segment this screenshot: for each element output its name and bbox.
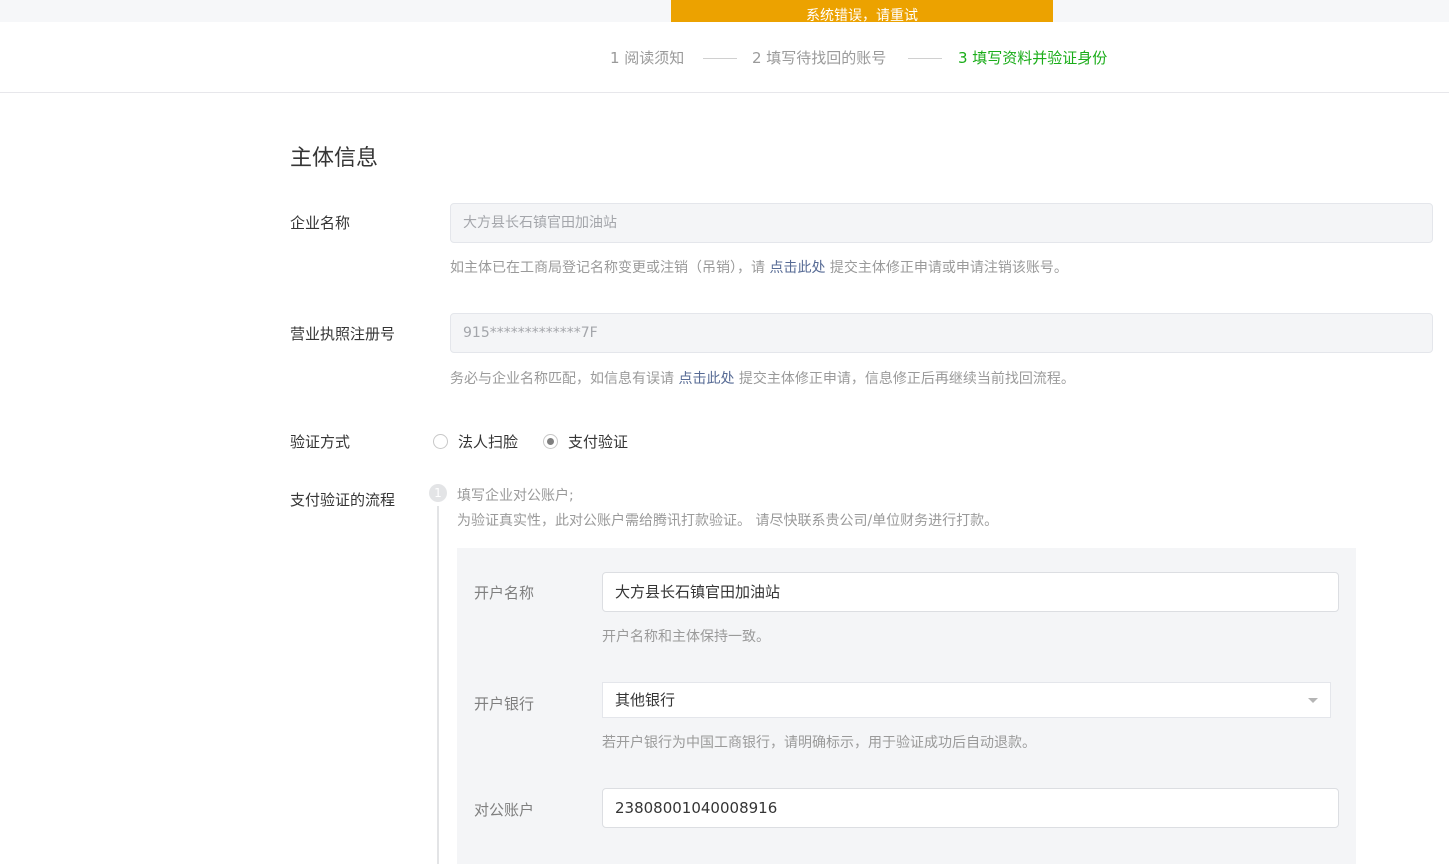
account-number-label: 对公账户 <box>474 801 535 819</box>
bank-select[interactable]: 其他银行 <box>602 682 1331 718</box>
bank-label: 开户银行 <box>474 695 535 713</box>
chevron-down-icon <box>1308 698 1318 703</box>
step-divider <box>703 58 737 59</box>
account-name-tip: 开户名称和主体保持一致。 <box>602 629 770 645</box>
radio-checked-icon <box>543 433 558 449</box>
flow-label: 支付验证的流程 <box>290 491 396 509</box>
license-fix-link[interactable]: 点击此处 <box>678 371 734 387</box>
tip-text: 务必与企业名称匹配，如信息有误请 <box>450 371 674 387</box>
account-number-input[interactable]: 23808001040008916 <box>602 788 1339 828</box>
flow-line <box>437 506 439 864</box>
company-name-field: 大方县长石镇官田加油站 <box>450 203 1433 243</box>
company-fix-link[interactable]: 点击此处 <box>769 260 825 276</box>
radio-payment-verify[interactable]: 支付验证 <box>543 432 629 451</box>
license-number-tip: 务必与企业名称匹配，如信息有误请 点击此处 提交主体修正申请，信息修正后再继续当… <box>450 368 1075 388</box>
flow-step-title: 填写企业对公账户; <box>457 488 574 504</box>
bank-tip: 若开户银行为中国工商银行，请明确标示，用于验证成功后自动退款。 <box>602 735 1036 751</box>
step-fill-account: 2 填写待找回的账号 <box>752 49 887 67</box>
step-divider <box>908 58 942 59</box>
radio-label: 支付验证 <box>568 432 629 451</box>
step-verify-identity: 3 填写资料并验证身份 <box>958 49 1108 67</box>
steps-bar: 1 阅读须知 2 填写待找回的账号 3 填写资料并验证身份 <box>0 22 1449 93</box>
tip-text: 提交主体修正申请，信息修正后再继续当前找回流程。 <box>738 371 1075 387</box>
bank-select-value: 其他银行 <box>615 691 676 709</box>
flow-step-desc: 为验证真实性，此对公账户需给腾讯打款验证。 请尽快联系贵公司/单位财务进行打款。 <box>457 513 999 529</box>
company-name-tip: 如主体已在工商局登记名称变更或注销（吊销），请 点击此处 提交主体修正申请或申请… <box>450 257 1068 277</box>
account-name-input[interactable]: 大方县长石镇官田加油站 <box>602 572 1339 612</box>
company-name-label: 企业名称 <box>290 214 351 232</box>
radio-circle-icon <box>433 433 448 449</box>
tip-text: 提交主体修正申请或申请注销该账号。 <box>829 260 1068 276</box>
license-number-label: 营业执照注册号 <box>290 325 396 343</box>
section-title: 主体信息 <box>290 146 379 171</box>
account-name-label: 开户名称 <box>474 584 535 602</box>
license-number-field: 915*************7F <box>450 313 1433 353</box>
verify-method-label: 验证方式 <box>290 433 351 451</box>
step-number-badge: 1 <box>429 484 447 502</box>
radio-face-scan[interactable]: 法人扫脸 <box>433 432 519 451</box>
tip-text: 如主体已在工商局登记名称变更或注销（吊销），请 <box>450 260 765 276</box>
radio-label: 法人扫脸 <box>458 432 519 451</box>
step-read-notice: 1 阅读须知 <box>610 49 685 67</box>
